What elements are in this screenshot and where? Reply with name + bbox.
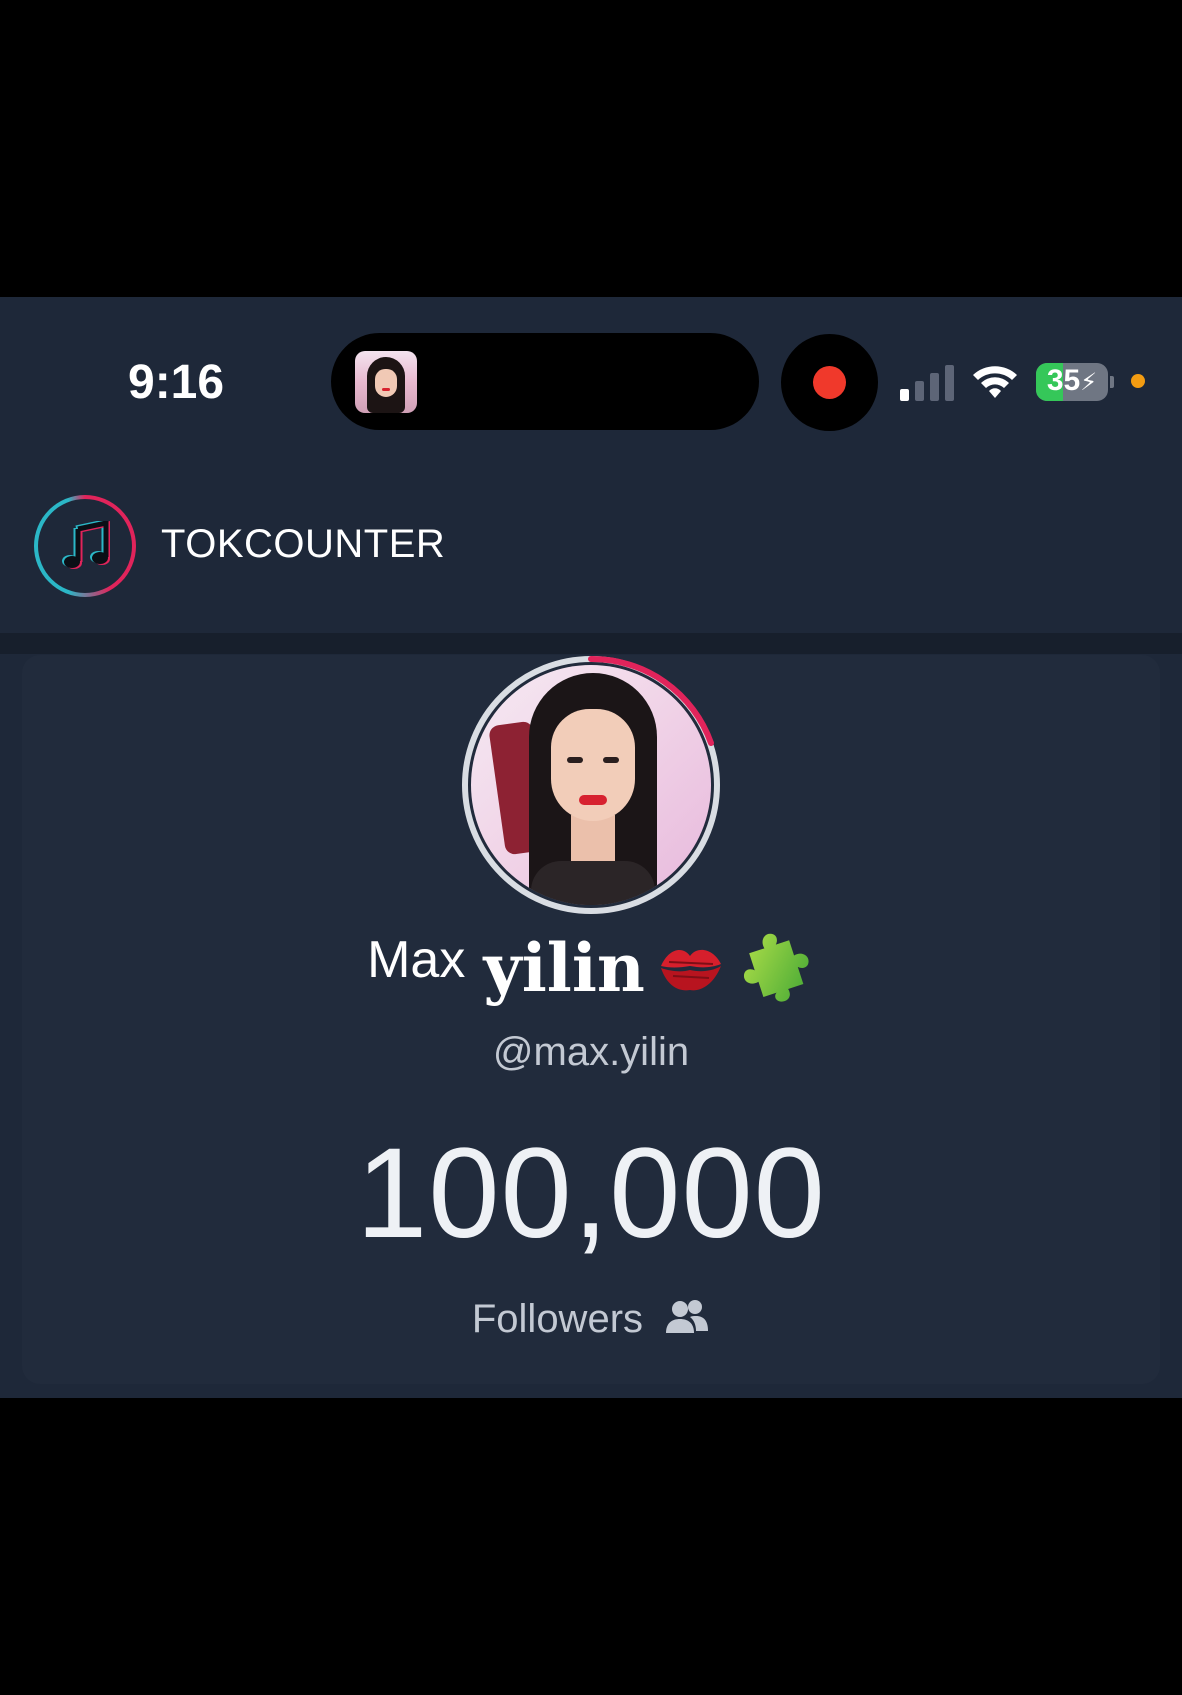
avatar-photo [471, 665, 711, 905]
header-divider [0, 633, 1182, 654]
followers-label-row: Followers [0, 1295, 1182, 1342]
puzzle-piece-icon [743, 933, 809, 1002]
dynamic-island[interactable] [331, 333, 759, 430]
status-time: 9:16 [128, 356, 225, 409]
cellular-signal-icon [900, 363, 956, 401]
profile-handle: @max.yilin [492, 1030, 690, 1074]
wifi-icon [973, 366, 1017, 398]
music-note-icon [62, 521, 110, 569]
follower-count: 100,000 [356, 1122, 826, 1265]
privacy-indicator-dot [1131, 374, 1145, 388]
battery-nub [1110, 376, 1114, 388]
display-name: Max yilin [0, 928, 1182, 1018]
battery-level: 35 [1046, 364, 1081, 397]
screen-recording-indicator[interactable] [781, 334, 878, 431]
display-name-last: yilin [483, 929, 645, 1007]
profile-avatar[interactable] [461, 655, 721, 915]
battery-icon: 35⚡ [1036, 363, 1108, 401]
record-dot-icon [813, 366, 846, 399]
island-avatar-thumbnail [355, 351, 417, 413]
app-title: TOKCOUNTER [161, 522, 446, 566]
app-logo[interactable] [34, 495, 136, 597]
people-icon [666, 1300, 709, 1334]
followers-label: Followers [471, 1296, 644, 1341]
kiss-mark-icon [660, 949, 721, 991]
display-name-first: Max [367, 931, 466, 989]
